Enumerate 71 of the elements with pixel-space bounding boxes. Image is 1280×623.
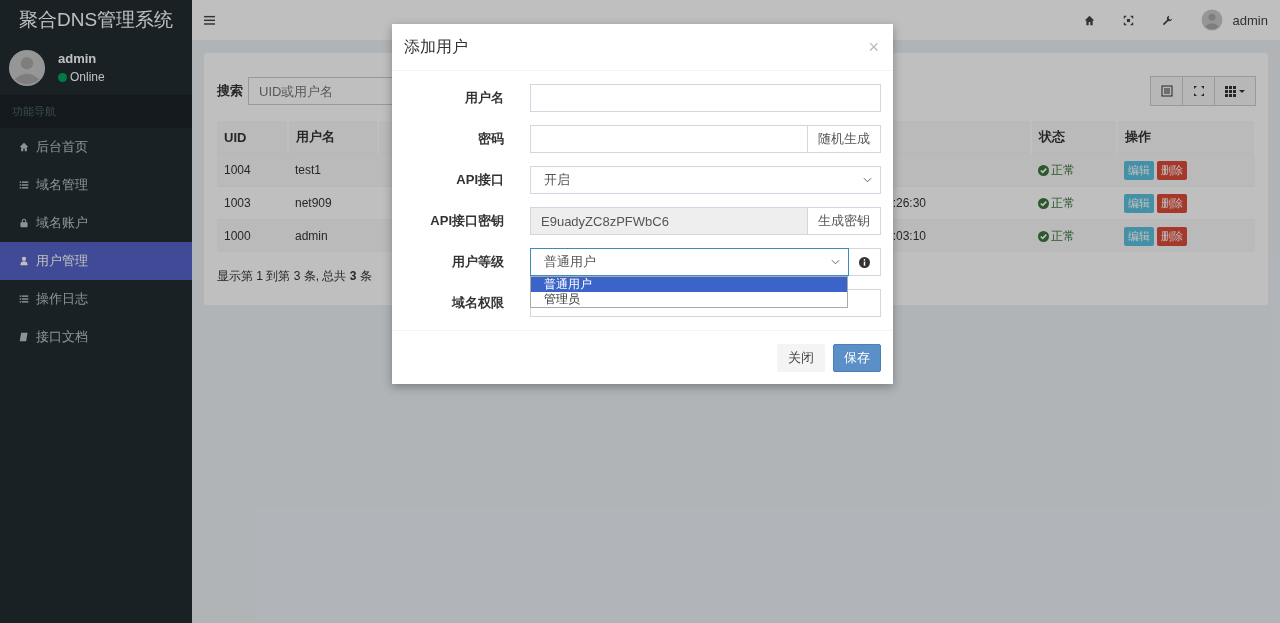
input-field[interactable]	[530, 125, 808, 153]
info-icon[interactable]	[859, 256, 870, 268]
select-field[interactable]: 普通用户	[530, 248, 849, 276]
generate-button[interactable]: 生成密钥	[808, 207, 881, 235]
brand-title: 聚合DNS管理系统	[18, 8, 174, 32]
list-icon	[19, 180, 29, 190]
dialog-title: 添加用户	[404, 36, 468, 57]
table-cell: :03:10	[892, 229, 926, 243]
check-circle-icon	[1038, 230, 1049, 242]
status-text: 正常	[1051, 227, 1075, 245]
delete-button[interactable]: 删除	[1157, 160, 1187, 180]
fullscreen-icon	[1192, 85, 1205, 97]
field-label: 密码	[477, 130, 505, 148]
sidebar-item[interactable]: 后台首页	[0, 128, 192, 166]
table-cell: admin	[295, 229, 328, 243]
dropdown-option[interactable]: 普通用户	[531, 277, 847, 292]
sidebar-item[interactable]: 域名账户	[0, 204, 192, 242]
field-label: 域名权限	[450, 294, 505, 312]
pagination-info: 显示第 1 到第 3 条, 总共 3 条	[217, 269, 372, 283]
fullscreen-icon[interactable]	[1122, 14, 1134, 26]
list-icon	[19, 294, 29, 304]
input-field[interactable]	[530, 84, 881, 112]
user-name: admin	[58, 51, 98, 66]
table-cell: :26:30	[892, 196, 926, 210]
column-header: 状态	[1039, 129, 1065, 144]
home-icon[interactable]	[1083, 14, 1095, 26]
column-header: 用户名	[296, 129, 335, 144]
home-icon	[19, 142, 29, 152]
dropdown-option[interactable]: 管理员	[531, 292, 847, 307]
avatar-icon	[8, 48, 46, 87]
table-cell: 1000	[224, 229, 251, 243]
save-button[interactable]: 保存	[833, 343, 881, 372]
menu-icon[interactable]	[204, 14, 215, 26]
status-text: 正常	[1051, 194, 1075, 212]
column-header: UID	[224, 129, 247, 145]
table-cell: test1	[295, 163, 321, 177]
wrench-icon[interactable]	[1161, 14, 1173, 26]
search-label: 搜索	[217, 82, 243, 100]
field-label: API接口密钥	[429, 212, 505, 230]
sidebar-item[interactable]: 操作日志	[0, 280, 192, 318]
columns-button[interactable]	[1214, 76, 1256, 106]
sidebar-item[interactable]: 域名管理	[0, 166, 192, 204]
close-dialog-button[interactable]: 关闭	[777, 343, 825, 372]
chevron-down-icon	[863, 177, 872, 183]
check-circle-icon	[1038, 197, 1049, 209]
chevron-down-icon	[831, 259, 840, 265]
select-field[interactable]: 开启	[530, 166, 881, 194]
table-icon	[1160, 85, 1173, 97]
table-cell: net909	[295, 196, 332, 210]
status-text: 正常	[1051, 161, 1075, 179]
table-view-button[interactable]	[1150, 76, 1183, 106]
delete-button[interactable]: 删除	[1157, 193, 1187, 213]
grid-caret-icon	[1225, 85, 1245, 97]
sidebar-item[interactable]: 用户管理	[0, 242, 192, 280]
field-label: 用户名	[464, 89, 505, 107]
user-icon	[19, 256, 29, 266]
field-label: 用户等级	[451, 253, 505, 271]
book-icon	[19, 332, 29, 342]
user-status: Online	[70, 70, 105, 84]
online-dot-icon	[58, 72, 67, 82]
check-circle-icon	[1038, 164, 1049, 176]
delete-button[interactable]: 删除	[1157, 226, 1187, 246]
column-header: 操作	[1125, 129, 1151, 144]
generate-button[interactable]: 随机生成	[808, 125, 881, 153]
field-label: API接口	[455, 171, 505, 189]
user-name[interactable]: admin	[1232, 12, 1268, 28]
sidebar-item[interactable]: 接口文档	[0, 318, 192, 356]
lock-icon	[19, 218, 29, 228]
table-cell: 1003	[224, 196, 251, 210]
input-field[interactable]: E9uadyZC8zPFWbC6	[530, 207, 808, 235]
table-cell: 1004	[224, 163, 251, 177]
